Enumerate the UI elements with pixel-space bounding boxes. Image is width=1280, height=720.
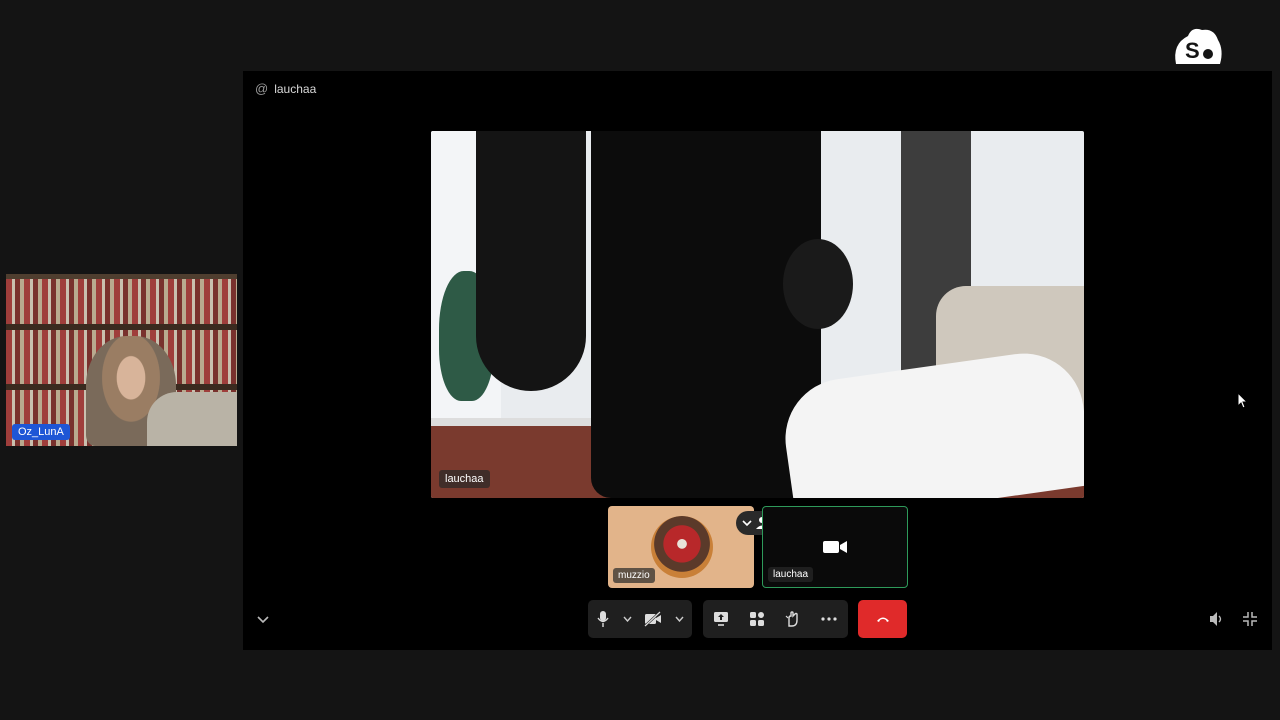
apps-button[interactable] — [739, 600, 775, 638]
chevron-down-icon — [742, 520, 752, 527]
session-controls — [703, 600, 848, 638]
thumbnail-label: muzzio — [613, 568, 655, 583]
video-plastic-chair — [777, 345, 1084, 498]
shelf-divider — [6, 324, 237, 330]
video-punching-bag — [476, 131, 586, 391]
more-icon — [821, 617, 837, 621]
hang-up-icon — [876, 617, 889, 622]
participant-thumbnail-lauchaa[interactable]: lauchaa — [762, 506, 908, 588]
more-options-button[interactable] — [811, 600, 847, 638]
participant-thumbnail-muzzio[interactable]: muzzio — [608, 506, 754, 588]
chevron-down-icon — [674, 616, 684, 622]
mouse-cursor-icon — [1237, 392, 1249, 409]
thumbnail-label: lauchaa — [768, 567, 814, 582]
avatar — [651, 516, 713, 578]
collapse-button[interactable] — [257, 611, 269, 629]
camera-toggle-button[interactable] — [636, 600, 670, 638]
camera-icon — [823, 541, 847, 553]
speaker-icon — [1210, 612, 1222, 626]
share-screen-button[interactable] — [703, 600, 739, 638]
webcam-name-badge: Oz_LunA — [12, 424, 70, 440]
audio-video-controls — [588, 600, 692, 638]
exit-fullscreen-icon — [1243, 612, 1257, 626]
camera-options-button[interactable] — [670, 600, 688, 638]
video-boxing-glove — [783, 239, 853, 329]
microphone-options-button[interactable] — [618, 600, 636, 638]
streamyard-logo-icon: S — [1175, 28, 1222, 64]
room-label: @ lauchaa — [255, 81, 316, 96]
share-screen-icon — [714, 612, 728, 626]
at-icon: @ — [255, 81, 269, 96]
camera-off-icon — [644, 611, 661, 627]
webcam-overlay: Oz_LunA — [6, 274, 237, 446]
chevron-down-icon — [622, 616, 632, 622]
webcam-arm — [147, 392, 237, 446]
svg-text:S: S — [1185, 38, 1200, 63]
main-video-feed[interactable]: lauchaa — [431, 131, 1084, 498]
microphone-button[interactable] — [588, 600, 618, 638]
volume-button[interactable] — [1209, 611, 1225, 632]
raise-hand-icon — [785, 611, 798, 627]
room-name: lauchaa — [274, 81, 317, 96]
reactions-button[interactable] — [775, 600, 811, 638]
call-stage: @ lauchaa lauchaa muzzio lauchaa — [243, 71, 1272, 650]
main-video-label: lauchaa — [439, 470, 490, 488]
exit-fullscreen-button[interactable] — [1242, 611, 1258, 632]
chevron-down-icon — [257, 616, 269, 624]
microphone-icon — [597, 611, 609, 627]
hang-up-button[interactable] — [858, 600, 907, 638]
apps-icon — [750, 612, 764, 626]
